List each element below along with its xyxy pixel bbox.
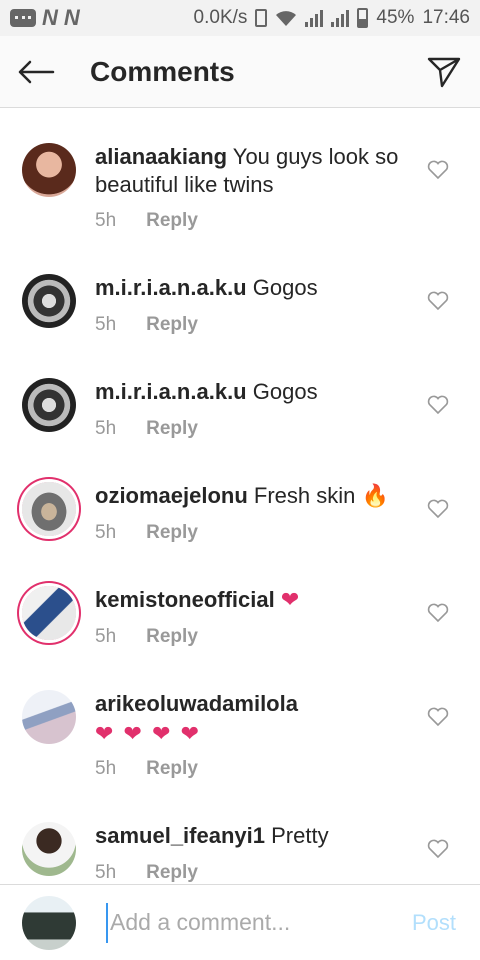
network-n-icon: N (42, 5, 58, 30)
avatar[interactable] (22, 690, 76, 744)
fire-emoji: 🔥 (361, 483, 389, 508)
my-avatar (22, 895, 76, 950)
reply-button[interactable]: Reply (146, 418, 198, 440)
comments-list[interactable]: alianaakiang You guys look so beautiful … (0, 108, 480, 884)
heart-icon[interactable] (427, 839, 449, 859)
comment-username[interactable]: alianaakiang (95, 144, 227, 169)
vibrate-icon (255, 9, 268, 27)
comment-username[interactable]: arikeoluwadamilola (95, 691, 298, 716)
heart-icon[interactable] (427, 707, 449, 727)
reply-button[interactable]: Reply (146, 758, 198, 780)
heart-icon[interactable] (427, 603, 449, 623)
signal-icon (305, 9, 324, 27)
status-bar: N N 0.0K/s 45% 17:46 (0, 0, 480, 36)
comment-time: 5h (95, 758, 117, 779)
avatar[interactable] (22, 482, 76, 536)
reply-button[interactable]: Reply (146, 626, 198, 648)
avatar[interactable] (22, 143, 76, 197)
comment-time: 5h (95, 210, 117, 231)
heart-icon[interactable] (427, 499, 449, 519)
network-speed: 0.0K/s (193, 7, 248, 28)
comment-username[interactable]: oziomaejelonu (95, 483, 248, 508)
app-header: Comments (0, 36, 480, 108)
heart-icon[interactable] (427, 395, 449, 415)
arrow-left-icon (18, 60, 55, 83)
comment-text: Pretty (271, 823, 329, 848)
comment-composer: Post (0, 884, 480, 960)
message-icon (10, 9, 36, 27)
reply-button[interactable]: Reply (146, 862, 198, 884)
comment-username[interactable]: m.i.r.i.a.n.a.k.u (95, 275, 247, 300)
reply-button[interactable]: Reply (146, 522, 198, 544)
comment-time: 5h (95, 314, 117, 335)
share-button[interactable] (408, 36, 480, 108)
avatar[interactable] (22, 378, 76, 432)
heart-icon[interactable] (427, 291, 449, 311)
heart-emoji: ❤ (280, 587, 300, 612)
comment-text: Gogos (252, 275, 318, 300)
reply-button[interactable]: Reply (146, 210, 198, 232)
comment-text: Gogos (252, 379, 318, 404)
battery-icon (357, 8, 369, 28)
post-button[interactable]: Post (412, 910, 456, 936)
heart-icon[interactable] (427, 160, 449, 180)
clock: 17:46 (422, 7, 470, 28)
comment-username[interactable]: m.i.r.i.a.n.a.k.u (95, 379, 247, 404)
avatar[interactable] (22, 586, 76, 640)
comment-input[interactable] (106, 902, 386, 943)
comment-username[interactable]: kemistoneofficial (95, 587, 275, 612)
heart-emojis: ❤ ❤ ❤ ❤ (95, 721, 202, 746)
back-button[interactable] (0, 36, 72, 108)
avatar[interactable] (22, 274, 76, 328)
paper-plane-icon (427, 57, 461, 87)
avatar[interactable] (22, 822, 76, 876)
reply-button[interactable]: Reply (146, 314, 198, 336)
wifi-icon (276, 11, 297, 26)
battery-percent: 45% (376, 7, 415, 28)
signal-icon-2 (331, 9, 350, 27)
comment-time: 5h (95, 522, 117, 543)
comment-time: 5h (95, 418, 117, 439)
comment-username[interactable]: samuel_ifeanyi1 (95, 823, 265, 848)
comment-time: 5h (95, 862, 117, 883)
network-n-icon-2: N (63, 5, 80, 30)
page-title: Comments (90, 55, 235, 87)
comment-time: 5h (95, 626, 117, 647)
comment-text: Fresh skin (253, 483, 356, 508)
